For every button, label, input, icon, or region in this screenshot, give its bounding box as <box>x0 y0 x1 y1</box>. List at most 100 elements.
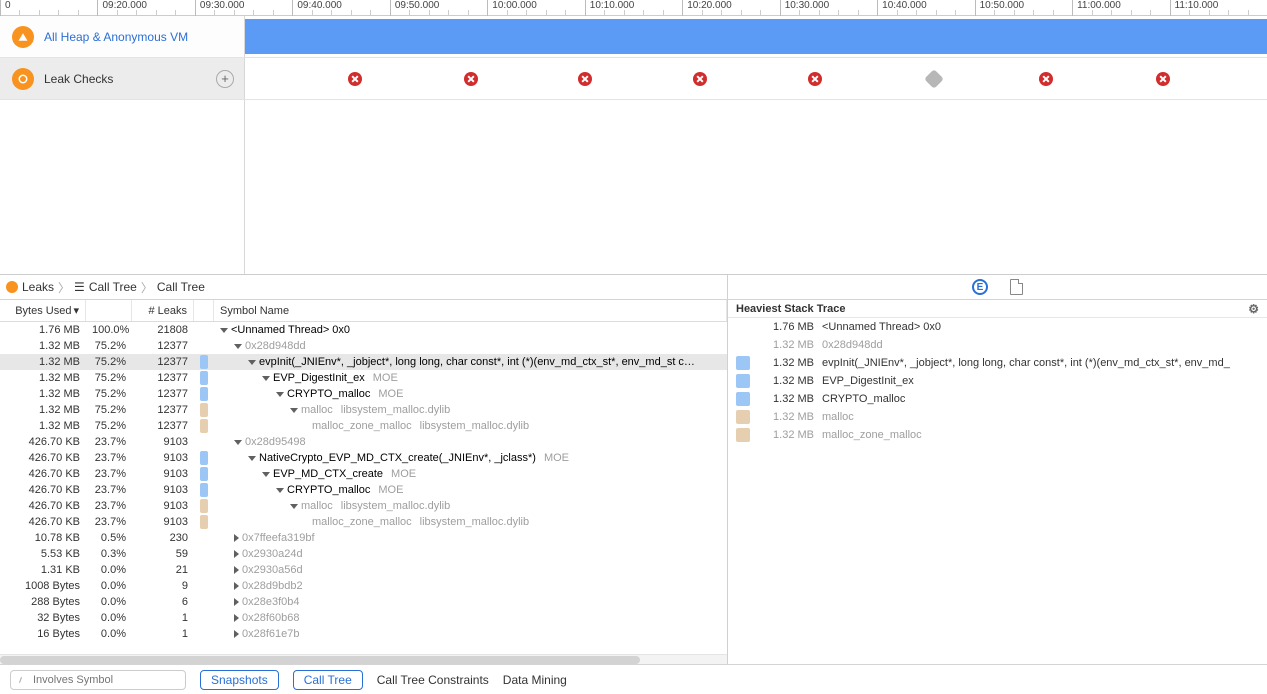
stack-row[interactable]: 1.32 MB0x28d948dd <box>728 336 1267 354</box>
crumb-calltree-2[interactable]: Call Tree <box>157 280 205 294</box>
table-row[interactable]: 426.70 KB23.7%9103CRYPTO_mallocMOE <box>0 482 727 498</box>
table-row[interactable]: 426.70 KB23.7%91030x28d95498 <box>0 434 727 450</box>
track-heap[interactable]: All Heap & Anonymous VM <box>0 16 1267 58</box>
settings-icon[interactable]: ⚙ <box>1248 302 1259 316</box>
library-badge <box>736 392 750 406</box>
disclosure-triangle[interactable] <box>276 488 284 493</box>
snapshots-button[interactable]: Snapshots <box>200 670 279 690</box>
col-bytes[interactable]: Bytes Used▾ <box>0 300 86 321</box>
ruler-tick: 10:30.000 <box>780 0 830 16</box>
ruler-tick: 10:40.000 <box>877 0 927 16</box>
library-badge <box>200 371 208 385</box>
library-badge <box>736 410 750 424</box>
leak-marker[interactable] <box>348 72 362 86</box>
library-badge <box>200 483 208 497</box>
stack-row[interactable]: 1.32 MBmalloc <box>728 408 1267 426</box>
stack-row[interactable]: 1.32 MBevpInit(_JNIEnv*, _jobject*, long… <box>728 354 1267 372</box>
ruler-tick: 10:50.000 <box>975 0 1025 16</box>
disclosure-triangle[interactable] <box>234 614 239 622</box>
leaks-icon <box>6 281 18 293</box>
leak-marker[interactable] <box>693 72 707 86</box>
disclosure-triangle[interactable] <box>262 472 270 477</box>
library-badge <box>736 428 750 442</box>
table-row[interactable]: 288 Bytes0.0%60x28e3f0b4 <box>0 594 727 610</box>
disclosure-triangle[interactable] <box>276 392 284 397</box>
library-badge <box>736 320 750 334</box>
library-badge <box>200 451 208 465</box>
table-row[interactable]: 1.32 MB75.2%12377malloc_zone_malloclibsy… <box>0 418 727 434</box>
disclosure-triangle[interactable] <box>290 504 298 509</box>
extended-detail-icon[interactable]: E <box>972 279 988 295</box>
disclosure-triangle[interactable] <box>234 566 239 574</box>
timeline-ruler[interactable]: 009:20.00009:30.00009:40.00009:50.00010:… <box>0 0 1267 16</box>
table-row[interactable]: 1.76 MB100.0%21808<Unnamed Thread> 0x0 <box>0 322 727 338</box>
library-badge <box>736 356 750 370</box>
table-row[interactable]: 1.32 MB75.2%12377malloclibsystem_malloc.… <box>0 402 727 418</box>
leak-marker[interactable] <box>1039 72 1053 86</box>
disclosure-triangle[interactable] <box>248 456 256 461</box>
ruler-tick: 09:50.000 <box>390 0 440 16</box>
stack-trace-title: Heaviest Stack Trace <box>736 303 845 315</box>
breadcrumb[interactable]: Leaks 〉 ☰Call Tree 〉 Call Tree <box>0 275 728 300</box>
document-icon[interactable] <box>1010 279 1023 295</box>
mining-button[interactable]: Data Mining <box>503 673 567 687</box>
stack-trace-list[interactable]: 1.76 MB<Unnamed Thread> 0x01.32 MB0x28d9… <box>728 318 1267 664</box>
leak-marker[interactable] <box>464 72 478 86</box>
disclosure-triangle[interactable] <box>234 534 239 542</box>
table-row[interactable]: 10.78 KB0.5%2300x7ffeefa319bf <box>0 530 727 546</box>
call-tree-table[interactable]: 1.76 MB100.0%21808<Unnamed Thread> 0x01.… <box>0 322 727 654</box>
leak-marker[interactable] <box>924 69 944 89</box>
constraints-button[interactable]: Call Tree Constraints <box>377 673 489 687</box>
library-badge <box>200 499 208 513</box>
table-row[interactable]: 426.70 KB23.7%9103EVP_MD_CTX_createMOE <box>0 466 727 482</box>
disclosure-triangle[interactable] <box>234 440 242 445</box>
calltree-button[interactable]: Call Tree <box>293 670 363 690</box>
ruler-tick: 09:40.000 <box>292 0 342 16</box>
crumb-leaks[interactable]: Leaks <box>22 280 54 294</box>
horizontal-scrollbar[interactable] <box>0 654 727 664</box>
col-symbol[interactable]: Symbol Name <box>214 300 727 321</box>
table-row[interactable]: 1.32 MB75.2%12377evpInit(_JNIEnv*, _jobj… <box>0 354 727 370</box>
leak-marker[interactable] <box>808 72 822 86</box>
col-leaks[interactable]: # Leaks <box>132 300 194 321</box>
track-leak[interactable]: Leak Checks + <box>0 58 1267 100</box>
disclosure-triangle[interactable] <box>234 582 239 590</box>
disclosure-triangle[interactable] <box>234 550 239 558</box>
stack-row[interactable]: 1.32 MBEVP_DigestInit_ex <box>728 372 1267 390</box>
leak-marker[interactable] <box>578 72 592 86</box>
library-badge <box>200 403 208 417</box>
stack-row[interactable]: 1.32 MBCRYPTO_malloc <box>728 390 1267 408</box>
table-row[interactable]: 1.32 MB75.2%12377EVP_DigestInit_exMOE <box>0 370 727 386</box>
table-row[interactable]: 426.70 KB23.7%9103malloc_zone_malloclibs… <box>0 514 727 530</box>
table-row[interactable]: 1.31 KB0.0%210x2930a56d <box>0 562 727 578</box>
crumb-calltree[interactable]: Call Tree <box>89 280 137 294</box>
table-row[interactable]: 426.70 KB23.7%9103NativeCrypto_EVP_MD_CT… <box>0 450 727 466</box>
calltree-icon: ☰ <box>74 280 85 294</box>
table-row[interactable]: 1.32 MB75.2%12377CRYPTO_mallocMOE <box>0 386 727 402</box>
disclosure-triangle[interactable] <box>234 630 239 638</box>
table-row[interactable]: 1.32 MB75.2%123770x28d948dd <box>0 338 727 354</box>
stack-row[interactable]: 1.32 MBmalloc_zone_malloc <box>728 426 1267 444</box>
footer-toolbar: Snapshots Call Tree Call Tree Constraint… <box>0 664 1267 694</box>
ruler-tick: 11:00.000 <box>1072 0 1121 16</box>
table-row[interactable]: 426.70 KB23.7%9103malloclibsystem_malloc… <box>0 498 727 514</box>
leak-icon <box>12 68 34 90</box>
table-row[interactable]: 1008 Bytes0.0%90x28d9bdb2 <box>0 578 727 594</box>
disclosure-triangle[interactable] <box>262 376 270 381</box>
right-pane-toolbar: E <box>728 275 1267 300</box>
table-header[interactable]: Bytes Used▾ # Leaks Symbol Name <box>0 300 727 322</box>
table-row[interactable]: 32 Bytes0.0%10x28f60b68 <box>0 610 727 626</box>
leak-marker[interactable] <box>1156 72 1170 86</box>
disclosure-triangle[interactable] <box>220 328 228 333</box>
ruler-tick: 09:20.000 <box>97 0 147 16</box>
stack-row[interactable]: 1.76 MB<Unnamed Thread> 0x0 <box>728 318 1267 336</box>
disclosure-triangle[interactable] <box>248 360 256 365</box>
table-row[interactable]: 16 Bytes0.0%10x28f61e7b <box>0 626 727 642</box>
disclosure-triangle[interactable] <box>234 598 239 606</box>
disclosure-triangle[interactable] <box>234 344 242 349</box>
disclosure-triangle[interactable] <box>290 408 298 413</box>
filter-input[interactable] <box>10 670 186 690</box>
table-row[interactable]: 5.53 KB0.3%590x2930a24d <box>0 546 727 562</box>
add-track-button[interactable]: + <box>216 70 234 88</box>
filter-wrap <box>10 670 186 690</box>
